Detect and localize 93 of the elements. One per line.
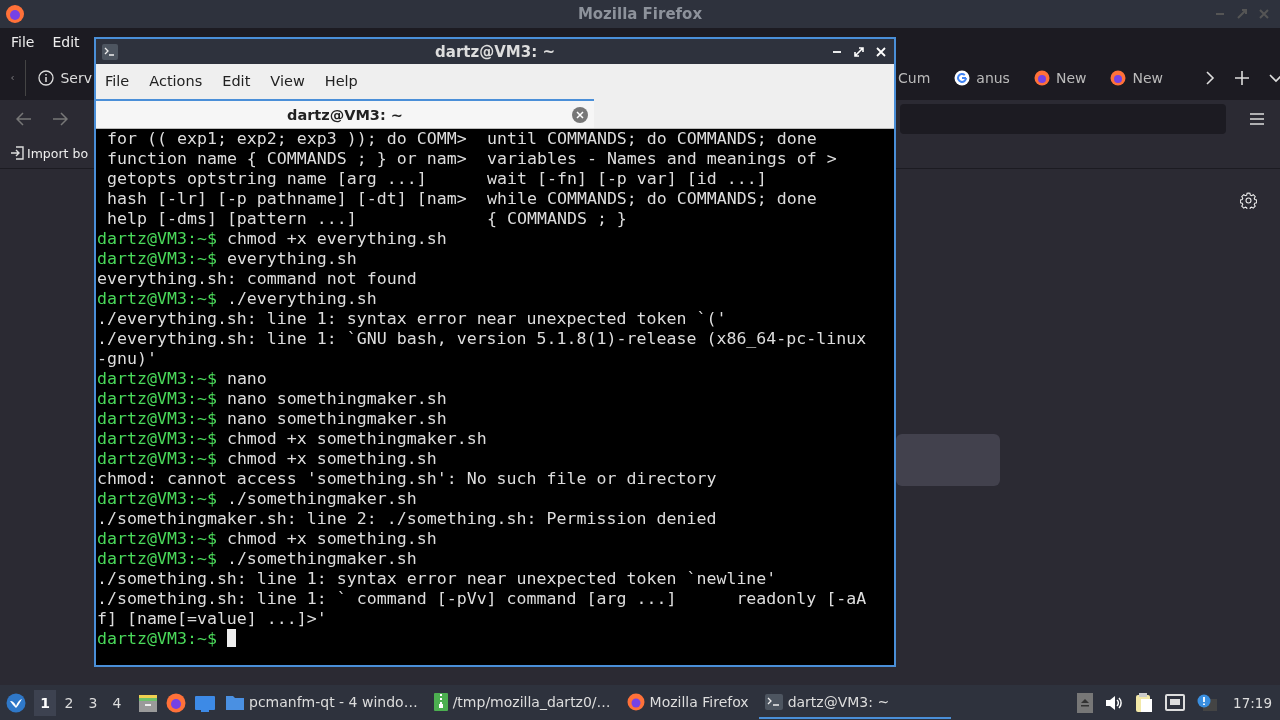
shell-prompt: dartz@VM3:~$ <box>97 409 217 428</box>
menu-icon[interactable] <box>1250 113 1264 125</box>
terminal-icon <box>764 693 783 710</box>
text-cursor <box>226 629 236 647</box>
shell-prompt: dartz@VM3:~$ <box>97 289 217 308</box>
shell-command: ./somethingmaker.sh <box>225 489 417 508</box>
browser-tab[interactable]: anus <box>952 65 1012 90</box>
firefox-icon <box>1110 69 1127 86</box>
eject-icon[interactable] <box>1077 692 1094 713</box>
shell-prompt: dartz@VM3:~$ <box>97 449 217 468</box>
menu-item[interactable]: Help <box>324 72 358 89</box>
terminal-text: -gnu)' <box>97 349 157 368</box>
clock[interactable]: 17:19 <box>1233 694 1272 711</box>
volume-icon[interactable] <box>1105 694 1124 711</box>
terminal-text: while COMMANDS; do COMMANDS; done <box>487 189 817 209</box>
terminal-text: for (( exp1; exp2; exp3 )); do COMM> <box>107 129 467 148</box>
shell-prompt: dartz@VM3:~$ <box>97 229 217 248</box>
terminal-text: everything.sh: command not found <box>97 269 417 288</box>
chevron-right-icon[interactable] <box>1205 69 1215 86</box>
window-title: dartz@VM3: ~ <box>435 42 555 61</box>
firefox-icon[interactable] <box>166 692 186 713</box>
shell-prompt: dartz@VM3:~$ <box>97 429 217 448</box>
terminal-text: f] [name[=value] ...]>' <box>97 609 327 628</box>
shell-command: everything.sh <box>225 249 357 268</box>
shell-prompt: dartz@VM3:~$ <box>97 529 217 548</box>
terminal-text: ./something.sh: line 1: syntax error near unexpected token `newline' <box>97 569 777 588</box>
task-button[interactable]: pcmanfm-qt - 4 windo… <box>220 686 424 719</box>
shell-prompt: dartz@VM3:~$ <box>97 549 217 568</box>
terminal-text: ./somethingmaker.sh: line 2: ./something.sh: Permission denied <box>97 509 717 528</box>
shell-command: nano somethingmaker.sh <box>225 409 447 428</box>
plus-icon[interactable] <box>1235 70 1249 85</box>
shell-command: chmod +x somethingmaker.sh <box>225 429 487 448</box>
browser-tab[interactable]: Cum <box>896 65 933 90</box>
settings-icon[interactable] <box>1240 192 1257 209</box>
folder-icon <box>226 693 244 710</box>
terminal-text: function name { COMMANDS ; } or nam> <box>107 149 467 168</box>
terminal-text: ./everything.sh: line 1: syntax error near unexpected token `(' <box>97 309 727 328</box>
shell-command: chmod +x everything.sh <box>225 229 447 248</box>
shell-prompt: dartz@VM3:~$ <box>97 249 217 268</box>
window-title: Mozilla Firefox <box>577 5 703 23</box>
shell-command: chmod +x something.sh <box>225 529 437 548</box>
menu-item[interactable]: Edit <box>222 72 251 89</box>
forward-icon[interactable] <box>52 112 68 126</box>
firefox-icon <box>626 692 645 711</box>
shell-prompt: dartz@VM3:~$ <box>97 369 217 388</box>
menu-item[interactable]: File <box>11 33 35 50</box>
terminal-tab[interactable]: dartz@VM3: ~ <box>96 99 594 128</box>
firefox-icon <box>5 4 25 24</box>
shell-command: ./somethingmaker.sh <box>225 549 417 568</box>
menu-item[interactable]: File <box>105 72 130 89</box>
menu-item[interactable]: Edit <box>52 33 80 50</box>
back-icon[interactable] <box>16 112 32 126</box>
shell-prompt: dartz@VM3:~$ <box>97 489 217 508</box>
import-icon <box>10 146 24 160</box>
terminal-text: chmod: cannot access 'something.sh': No such file or directory <box>97 469 717 488</box>
desktop-switch[interactable]: 1 <box>34 689 56 716</box>
shell-command: nano somethingmaker.sh <box>225 389 447 408</box>
terminal-text: hash [-lr] [-p pathname] [-dt] [nam> <box>107 189 467 208</box>
shell-command: chmod +x something.sh <box>225 449 437 468</box>
notification-icon[interactable] <box>1197 693 1218 712</box>
terminal-text: ./everything.sh: line 1: `GNU bash, version 5.1.8(1)-release (x86_64-pc-linux <box>97 329 867 348</box>
clipboard-icon[interactable] <box>1135 692 1154 713</box>
task-button[interactable]: /tmp/mozilla_dartz0/… <box>427 686 617 719</box>
desktop-switch[interactable]: 3 <box>82 689 104 716</box>
terminal-text: help [-dms] [pattern ...] <box>107 209 357 228</box>
shell-prompt: dartz@VM3:~$ <box>97 389 217 408</box>
terminal-text: until COMMANDS; do COMMANDS; done <box>487 129 817 149</box>
network-icon[interactable] <box>1165 693 1186 712</box>
terminal-text: variables - Names and meanings of > <box>487 149 837 169</box>
zip-file-icon <box>433 692 448 711</box>
browser-tab[interactable]: Serv <box>36 65 94 90</box>
desktop-switch[interactable]: 2 <box>58 689 80 716</box>
shell-prompt: dartz@VM3:~$ <box>97 629 217 648</box>
bookmark-item[interactable]: Import bo <box>10 145 89 161</box>
menu-item[interactable]: View <box>270 72 305 89</box>
terminal-icon <box>102 43 118 60</box>
desktop-switch[interactable]: 4 <box>106 689 128 716</box>
terminal-text: ./something.sh: line 1: ` command [-pVv] command [arg ...] readonly [-aA <box>97 589 867 608</box>
terminal-text: wait [-fn] [-p var] [id ...] <box>487 169 767 189</box>
menu-item[interactable]: Actions <box>149 72 203 89</box>
file-cabinet-icon[interactable] <box>138 692 158 713</box>
chevron-down-icon[interactable] <box>1269 72 1280 83</box>
task-button[interactable]: dartz@VM3: ~ <box>758 686 951 719</box>
browser-tab[interactable]: New <box>1031 65 1089 90</box>
task-button[interactable]: Mozilla Firefox <box>620 686 755 719</box>
info-icon <box>38 69 55 86</box>
shell-command: ./everything.sh <box>225 289 377 308</box>
shell-command: nano <box>225 369 267 388</box>
terminal-text: { COMMANDS ; } <box>487 209 627 229</box>
browser-tab[interactable]: New <box>1108 65 1165 90</box>
terminal-text: getopts optstring name [arg ...] <box>107 169 427 188</box>
firefox-icon <box>1033 69 1050 86</box>
google-icon <box>954 69 971 86</box>
